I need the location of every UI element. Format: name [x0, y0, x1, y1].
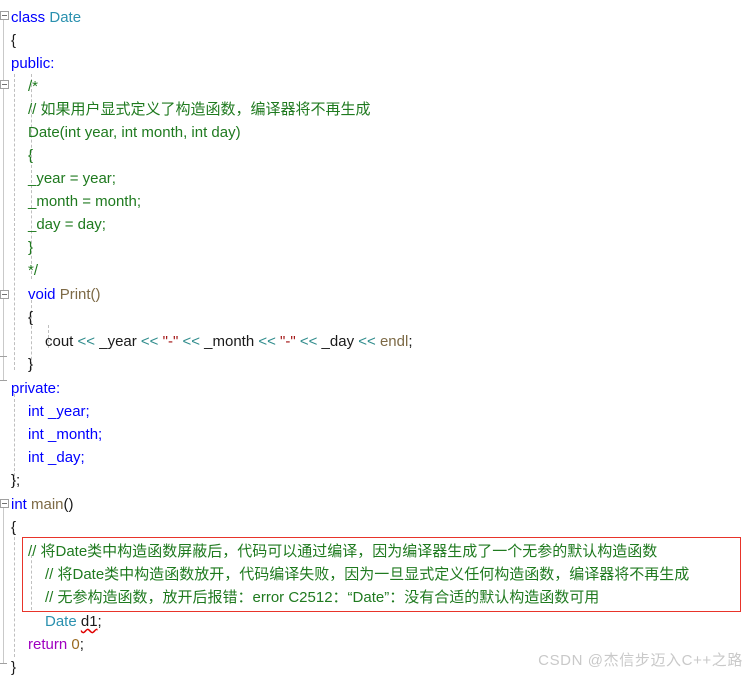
code-line-22[interactable]: int main() — [11, 493, 74, 516]
comment-block-close: */ — [28, 262, 39, 279]
literal-zero: 0 — [67, 636, 80, 653]
code-line-12[interactable]: */ — [28, 259, 38, 282]
fold-end-class — [0, 380, 7, 381]
code-line-5[interactable]: // 如果用户显式定义了构造函数，编译器将不再生成 — [28, 98, 371, 121]
code-editor[interactable]: class Date { public: /* // 如果用户显式定义了构造函数… — [0, 0, 755, 680]
commented-brace-open: { — [28, 147, 34, 164]
code-line-8[interactable]: _year = year; — [28, 167, 116, 190]
code-line-23[interactable]: { — [11, 516, 16, 539]
code-line-26[interactable]: // 无参构造函数，放开后报错：error C2512：“Date”：没有合适的… — [45, 586, 599, 609]
fold-rail-print — [3, 295, 4, 357]
fold-marker-comment-block[interactable] — [0, 80, 9, 89]
identifier-cout: cout — [45, 333, 78, 350]
keyword-int: int — [11, 496, 27, 513]
fold-marker-class[interactable] — [0, 11, 9, 20]
member-declaration-day: _day; — [43, 449, 85, 466]
operator-shift: << — [182, 333, 200, 350]
indent-guide-main-inner — [31, 555, 32, 610]
commented-assign-month: _month = month; — [28, 193, 141, 210]
code-line-9[interactable]: _month = month; — [28, 190, 141, 213]
indent-guide-main-body — [14, 532, 15, 657]
fold-marker-print-method[interactable] — [0, 290, 9, 299]
main-end-brace: } — [11, 659, 17, 676]
member-declaration-year: _year; — [43, 403, 90, 420]
operator-shift: << — [299, 333, 318, 350]
code-line-3[interactable]: public: — [11, 52, 54, 75]
member-declaration-month: _month; — [43, 426, 103, 443]
keyword-int: int — [28, 449, 44, 466]
keyword-int: int — [28, 426, 44, 443]
semicolon: ; — [97, 613, 102, 630]
parentheses: () — [63, 496, 74, 513]
semicolon: ; — [408, 333, 413, 350]
code-line-4[interactable]: /* — [28, 75, 38, 98]
member-month: _month — [199, 333, 259, 350]
code-line-7[interactable]: { — [28, 144, 33, 167]
commented-brace-close: } — [28, 239, 34, 256]
type-name-date: Date — [49, 9, 82, 26]
commented-assign-day: _day = day; — [28, 216, 106, 233]
code-line-16[interactable]: } — [28, 353, 33, 376]
code-line-25[interactable]: // 将Date类中构造函数放开，代码编译失败，因为一旦显式定义任何构造函数，编… — [45, 563, 689, 586]
access-specifier-public: public: — [11, 55, 55, 72]
access-specifier-private: private: — [11, 380, 61, 397]
commented-constructor-signature: Date(int year, int month, int day) — [28, 124, 241, 141]
function-name-main: main — [26, 496, 64, 513]
operator-shift: << — [358, 333, 376, 350]
commented-assign-year: _year = year; — [28, 170, 116, 187]
semicolon: ; — [79, 636, 84, 653]
operator-shift: << — [258, 333, 276, 350]
code-line-2[interactable]: { — [11, 29, 16, 52]
annotated-comment-line-3: // 无参构造函数，放开后报错：error C2512：“Date”：没有合适的… — [45, 589, 600, 606]
annotated-comment-line-2: // 将Date类中构造函数放开，代码编译失败，因为一旦显式定义任何构造函数，编… — [45, 566, 690, 583]
code-line-21[interactable]: }; — [11, 469, 20, 492]
brace-open: { — [28, 309, 34, 326]
class-end-brace: }; — [11, 472, 21, 489]
csdn-watermark: CSDN @杰信步迈入C++之路 — [538, 652, 743, 669]
fold-end-print — [0, 356, 7, 357]
code-line-14[interactable]: { — [28, 306, 33, 329]
code-line-19[interactable]: int _month; — [28, 423, 102, 446]
operator-shift: << — [77, 333, 96, 350]
member-year: _year — [95, 333, 141, 350]
code-line-15[interactable]: cout << _year << "-" << _month << "-" <<… — [45, 330, 413, 353]
comment-text: // 如果用户显式定义了构造函数，编译器将不再生成 — [28, 101, 371, 118]
fold-end-main — [0, 663, 7, 664]
brace-open: { — [11, 32, 17, 49]
string-literal-dash: "-" — [158, 333, 183, 350]
keyword-class: class — [11, 9, 46, 26]
member-day: _day — [317, 333, 359, 350]
operator-shift: << — [140, 333, 159, 350]
code-line-29[interactable]: } — [11, 656, 16, 679]
code-line-6[interactable]: Date(int year, int month, int day) — [28, 121, 241, 144]
code-line-27[interactable]: Date d1; — [45, 610, 102, 633]
code-line-17[interactable]: private: — [11, 377, 60, 400]
variable-d1-with-error-squiggle: d1 — [80, 613, 98, 630]
indent-guide-level-1 — [14, 74, 15, 370]
code-line-24[interactable]: // 将Date类中构造函数屏蔽后，代码可以通过编译，因为编译器生成了一个无参的… — [28, 540, 657, 563]
fold-marker-main[interactable] — [0, 499, 9, 508]
code-line-13[interactable]: void Print() — [28, 283, 101, 306]
type-name-date: Date — [45, 613, 77, 630]
code-line-1[interactable]: class Date — [11, 6, 81, 29]
annotated-comment-line-1: // 将Date类中构造函数屏蔽后，代码可以通过编译，因为编译器生成了一个无参的… — [28, 543, 658, 560]
brace-close: } — [28, 356, 34, 373]
code-line-18[interactable]: int _year; — [28, 400, 90, 423]
code-line-11[interactable]: } — [28, 236, 33, 259]
code-line-28[interactable]: return 0; — [28, 633, 84, 656]
comment-block-open: /* — [28, 78, 39, 95]
string-literal-dash: "-" — [275, 333, 300, 350]
brace-open: { — [11, 519, 17, 536]
keyword-return: return — [28, 636, 68, 653]
code-line-10[interactable]: _day = day; — [28, 213, 106, 236]
keyword-void: void — [28, 286, 56, 303]
function-name-print: Print() — [59, 286, 101, 303]
identifier-endl: endl — [375, 333, 409, 350]
code-line-20[interactable]: int _day; — [28, 446, 85, 469]
keyword-int: int — [28, 403, 44, 420]
fold-rail-main — [3, 504, 4, 664]
